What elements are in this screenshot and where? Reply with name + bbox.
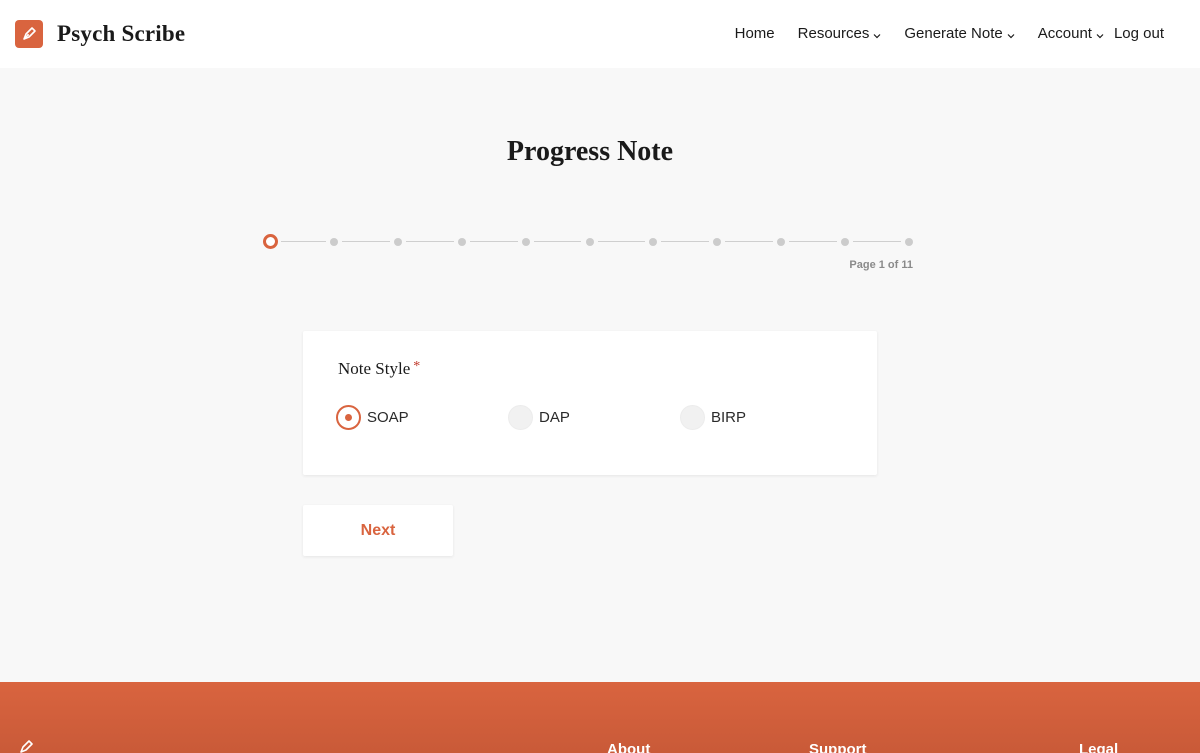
footer-legal: Legal: [1079, 741, 1119, 753]
radio-option-birp[interactable]: BIRP: [680, 405, 746, 430]
stepper-step: [841, 238, 850, 246]
radio-option-soap[interactable]: SOAP: [336, 405, 409, 430]
stepper-step: [585, 238, 594, 246]
progress-stepper: [262, 233, 918, 251]
stepper-step: [329, 238, 338, 246]
chevron-down-icon: [1007, 26, 1015, 43]
brand[interactable]: Psych Scribe: [15, 20, 185, 48]
nav-generate-note[interactable]: Generate Note: [904, 24, 1015, 43]
nav-account[interactable]: Account: [1038, 24, 1104, 43]
radio-selected-dot: [345, 414, 352, 421]
page-indicator: Page 1 of 11: [849, 259, 913, 271]
stepper-connector: [341, 241, 390, 242]
nav-home-label: Home: [734, 25, 775, 42]
stepper-step: [713, 238, 722, 246]
stepper-step: [777, 238, 786, 246]
stepper-connector: [789, 241, 838, 242]
nav-resources-label: Resources: [797, 25, 870, 42]
note-style-label-text: Note Style: [338, 359, 411, 378]
stepper-connector: [469, 241, 518, 242]
nav-log-out-label: Log out: [1113, 25, 1164, 42]
stepper-connector: [597, 241, 646, 242]
stepper-step: [649, 238, 658, 246]
footer-support: Support: [809, 741, 867, 753]
stepper-current-step: [262, 234, 278, 249]
site-header: Psych Scribe Home Resources Generate Not…: [0, 0, 1200, 68]
stepper-step: [521, 238, 530, 246]
nav-home[interactable]: Home: [735, 25, 775, 42]
main-nav: Home Resources Generate Note Account Log…: [735, 24, 1164, 43]
stepper-step: [905, 238, 913, 246]
stepper-connector: [853, 241, 901, 242]
site-footer: About Support Legal: [0, 682, 1200, 753]
stepper-step: [393, 238, 402, 246]
stepper-connector: [533, 241, 582, 242]
brand-name: Psych Scribe: [57, 21, 186, 46]
stepper-connector: [661, 241, 710, 242]
nav-generate-note-label: Generate Note: [904, 25, 1003, 42]
note-style-label: Note Style *: [338, 359, 420, 379]
stepper-connector: [281, 241, 326, 242]
stepper-step: [457, 238, 466, 246]
chevron-down-icon: [873, 26, 881, 43]
nav-account-label: Account: [1037, 25, 1092, 42]
footer-about: About: [607, 741, 651, 753]
stepper-connector: [725, 241, 774, 242]
radio-dap-label: DAP: [539, 409, 570, 426]
chevron-down-icon: [1096, 26, 1104, 43]
next-button[interactable]: Next: [303, 505, 453, 556]
radio-option-dap[interactable]: DAP: [508, 405, 570, 430]
radio-dap[interactable]: [508, 405, 533, 430]
nav-log-out[interactable]: Log out: [1114, 25, 1164, 42]
radio-birp[interactable]: [680, 405, 705, 430]
page-title: Progress Note: [506, 136, 674, 167]
pen-nib-icon: [15, 20, 43, 48]
required-marker: *: [413, 359, 421, 374]
note-style-card: Note Style * SOAP DAP BIRP: [303, 331, 877, 475]
stepper-connector: [405, 241, 454, 242]
nav-resources[interactable]: Resources: [798, 24, 882, 43]
radio-soap[interactable]: [336, 405, 361, 430]
radio-birp-label: BIRP: [711, 409, 747, 426]
radio-soap-label: SOAP: [367, 409, 409, 426]
pen-nib-icon: [18, 739, 34, 753]
note-style-radio-group: SOAP DAP BIRP: [336, 405, 856, 431]
